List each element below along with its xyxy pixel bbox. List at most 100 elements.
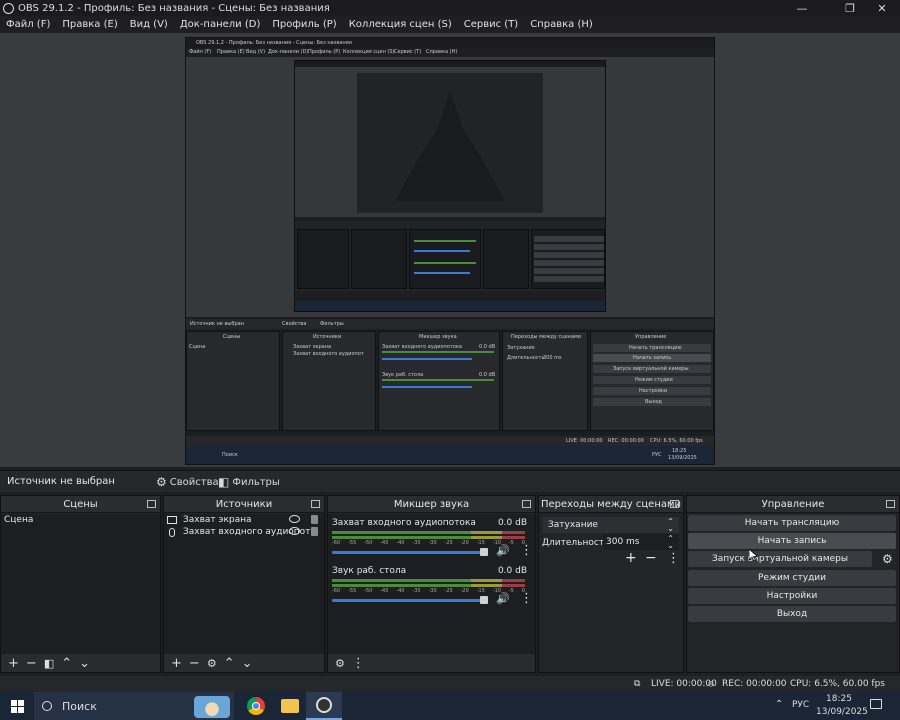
lock-icon[interactable] xyxy=(311,527,318,536)
microphone-icon xyxy=(169,527,175,537)
mixer-dock-header: Микшер звука xyxy=(328,496,535,513)
move-source-down-button[interactable]: ⌄ xyxy=(242,656,253,671)
nested-2-transitions xyxy=(483,229,529,289)
nested-ctl-vcam: Запуск виртуальной камеры xyxy=(613,366,689,372)
source-item[interactable]: Захват экрана xyxy=(164,514,324,526)
nested-source-bar: Источник не выбран Свойства Фильтры xyxy=(186,319,714,329)
scene-item[interactable]: Сцена xyxy=(1,514,160,526)
undock-icon[interactable] xyxy=(311,500,320,508)
scenes-title: Сцены xyxy=(63,498,98,510)
menu-help[interactable]: Справка (H) xyxy=(524,19,599,30)
language-indicator[interactable]: РУС xyxy=(792,700,809,710)
nested-source-label: Источник не выбран xyxy=(190,321,244,327)
lock-icon[interactable] xyxy=(311,515,318,524)
speaker-icon[interactable]: 🔊 xyxy=(496,592,510,605)
nested-window-title: OBS 29.1.2 - Профиль: Без названия - Сце… xyxy=(196,40,352,46)
volume-slider[interactable] xyxy=(332,551,484,554)
taskbar-search-box[interactable]: Поиск xyxy=(34,692,234,720)
volume-slider-handle[interactable] xyxy=(480,596,488,604)
undock-icon[interactable] xyxy=(522,500,531,508)
transition-select[interactable]: Затухание ⌃ ⌄ xyxy=(543,517,679,533)
add-scene-button[interactable]: + xyxy=(8,656,19,671)
more-options-icon[interactable]: ⋮ xyxy=(520,591,533,606)
menu-bar: Файл (F) Правка (E) Вид (V) Док-панели (… xyxy=(0,16,900,33)
clock-date[interactable]: 13/09/2025 xyxy=(816,707,868,717)
audio-mixer-dock: Микшер звука Захват входного аудиопотока… xyxy=(327,495,536,673)
start-recording-button[interactable]: Начать запись xyxy=(688,533,896,549)
nested-transitions-title: Переходы между сценами xyxy=(511,334,582,340)
filters-button[interactable]: ◧ Фильтры xyxy=(212,473,286,491)
menu-edit[interactable]: Правка (E) xyxy=(56,19,123,30)
remove-scene-button[interactable]: − xyxy=(26,656,37,671)
more-options-icon[interactable]: ⋮ xyxy=(520,543,533,558)
move-source-up-button[interactable]: ⌃ xyxy=(224,656,235,671)
nested-2-sources xyxy=(351,229,407,289)
move-scene-up-button[interactable]: ⌃ xyxy=(61,656,72,671)
settings-button[interactable]: Настройки xyxy=(688,588,896,604)
source-item-label: Захват экрана xyxy=(183,515,252,525)
eye-icon[interactable] xyxy=(289,527,300,535)
folder-icon xyxy=(281,699,299,713)
duration-input[interactable]: 300 ms ⌃ ⌄ xyxy=(603,534,679,550)
close-button[interactable]: ✕ xyxy=(868,0,896,16)
taskbar-file-explorer[interactable] xyxy=(272,692,308,720)
scene-filters-button[interactable]: ◧ xyxy=(44,657,54,670)
remove-transition-button[interactable]: − xyxy=(645,550,657,566)
maximize-button[interactable]: ❐ xyxy=(836,0,864,16)
spinner-icon[interactable]: ⌃ ⌄ xyxy=(667,535,674,550)
nested-menu-tools: Сервис (T) xyxy=(394,49,422,55)
tick-label: -20 xyxy=(460,540,469,546)
minimize-button[interactable]: — xyxy=(788,0,816,16)
windows-logo-icon xyxy=(10,699,24,713)
source-properties-button[interactable]: ⚙ xyxy=(207,657,217,670)
volume-slider-handle[interactable] xyxy=(480,548,488,556)
exit-button[interactable]: Выход xyxy=(688,606,896,622)
virtual-camera-settings-icon[interactable]: ⚙ xyxy=(882,552,893,566)
eye-icon[interactable] xyxy=(289,515,300,523)
scenes-dock: Сцены Сцена + − ◧ ⌃ ⌄ xyxy=(0,495,161,673)
menu-docks[interactable]: Док-панели (D) xyxy=(174,19,267,30)
start-virtual-camera-button[interactable]: Запуск виртуальной камеры xyxy=(688,551,872,567)
clock-time[interactable]: 18:25 xyxy=(826,694,852,704)
undock-icon[interactable] xyxy=(886,500,895,508)
preview-canvas[interactable]: OBS 29.1.2 - Профиль: Без названия - Сце… xyxy=(185,37,715,465)
nested-ctl-settings: Настройки xyxy=(639,388,668,394)
gear-icon: ⚙ xyxy=(156,475,167,489)
volume-slider[interactable] xyxy=(332,599,484,602)
windows-start-button[interactable] xyxy=(0,692,34,720)
nested-source-2: Захват входного аудиопот xyxy=(293,351,364,357)
mixer-menu-button[interactable]: ⋮ xyxy=(352,656,365,671)
tick-label: -45 xyxy=(380,540,389,546)
nested-source-1: Захват экрана xyxy=(293,344,332,350)
add-transition-button[interactable]: + xyxy=(625,550,637,566)
tick-label: -25 xyxy=(444,588,453,594)
mixer-settings-button[interactable]: ⚙ xyxy=(335,657,345,670)
sources-toolbar: + − ⚙ ⌃ ⌄ xyxy=(164,654,324,672)
undock-icon[interactable] xyxy=(670,500,679,508)
speaker-icon[interactable]: 🔊 xyxy=(496,544,510,557)
menu-scene-collection[interactable]: Коллекция сцен (S) xyxy=(343,19,458,30)
notification-icon[interactable] xyxy=(870,699,882,709)
studio-mode-button[interactable]: Режим студии xyxy=(688,570,896,586)
tick-label: -60 xyxy=(332,588,341,594)
menu-tools[interactable]: Сервис (T) xyxy=(458,19,524,30)
menu-file[interactable]: Файл (F) xyxy=(0,19,56,30)
sources-list[interactable]: Захват экрана Захват входного аудиопот xyxy=(164,514,324,654)
menu-profile[interactable]: Профиль (P) xyxy=(266,19,342,30)
nested-taskbar-search: Поиск xyxy=(222,452,238,458)
move-scene-down-button[interactable]: ⌄ xyxy=(79,656,90,671)
tick-label: -45 xyxy=(380,588,389,594)
taskbar-chrome[interactable] xyxy=(238,692,274,720)
transition-menu-button[interactable]: ⋮ xyxy=(667,551,680,566)
undock-icon[interactable] xyxy=(147,500,156,508)
nested-sources-title: Источники xyxy=(313,334,342,340)
menu-view[interactable]: Вид (V) xyxy=(124,19,174,30)
taskbar-obs[interactable] xyxy=(306,692,342,720)
scenes-dock-header: Сцены xyxy=(1,496,160,513)
remove-source-button[interactable]: − xyxy=(189,656,200,671)
add-source-button[interactable]: + xyxy=(171,656,182,671)
source-item[interactable]: Захват входного аудиопот xyxy=(164,526,324,538)
scenes-list[interactable]: Сцена xyxy=(1,514,160,654)
start-streaming-button[interactable]: Начать трансляцию xyxy=(688,515,896,531)
tray-chevron-up-icon[interactable]: ⌃ xyxy=(775,699,783,710)
